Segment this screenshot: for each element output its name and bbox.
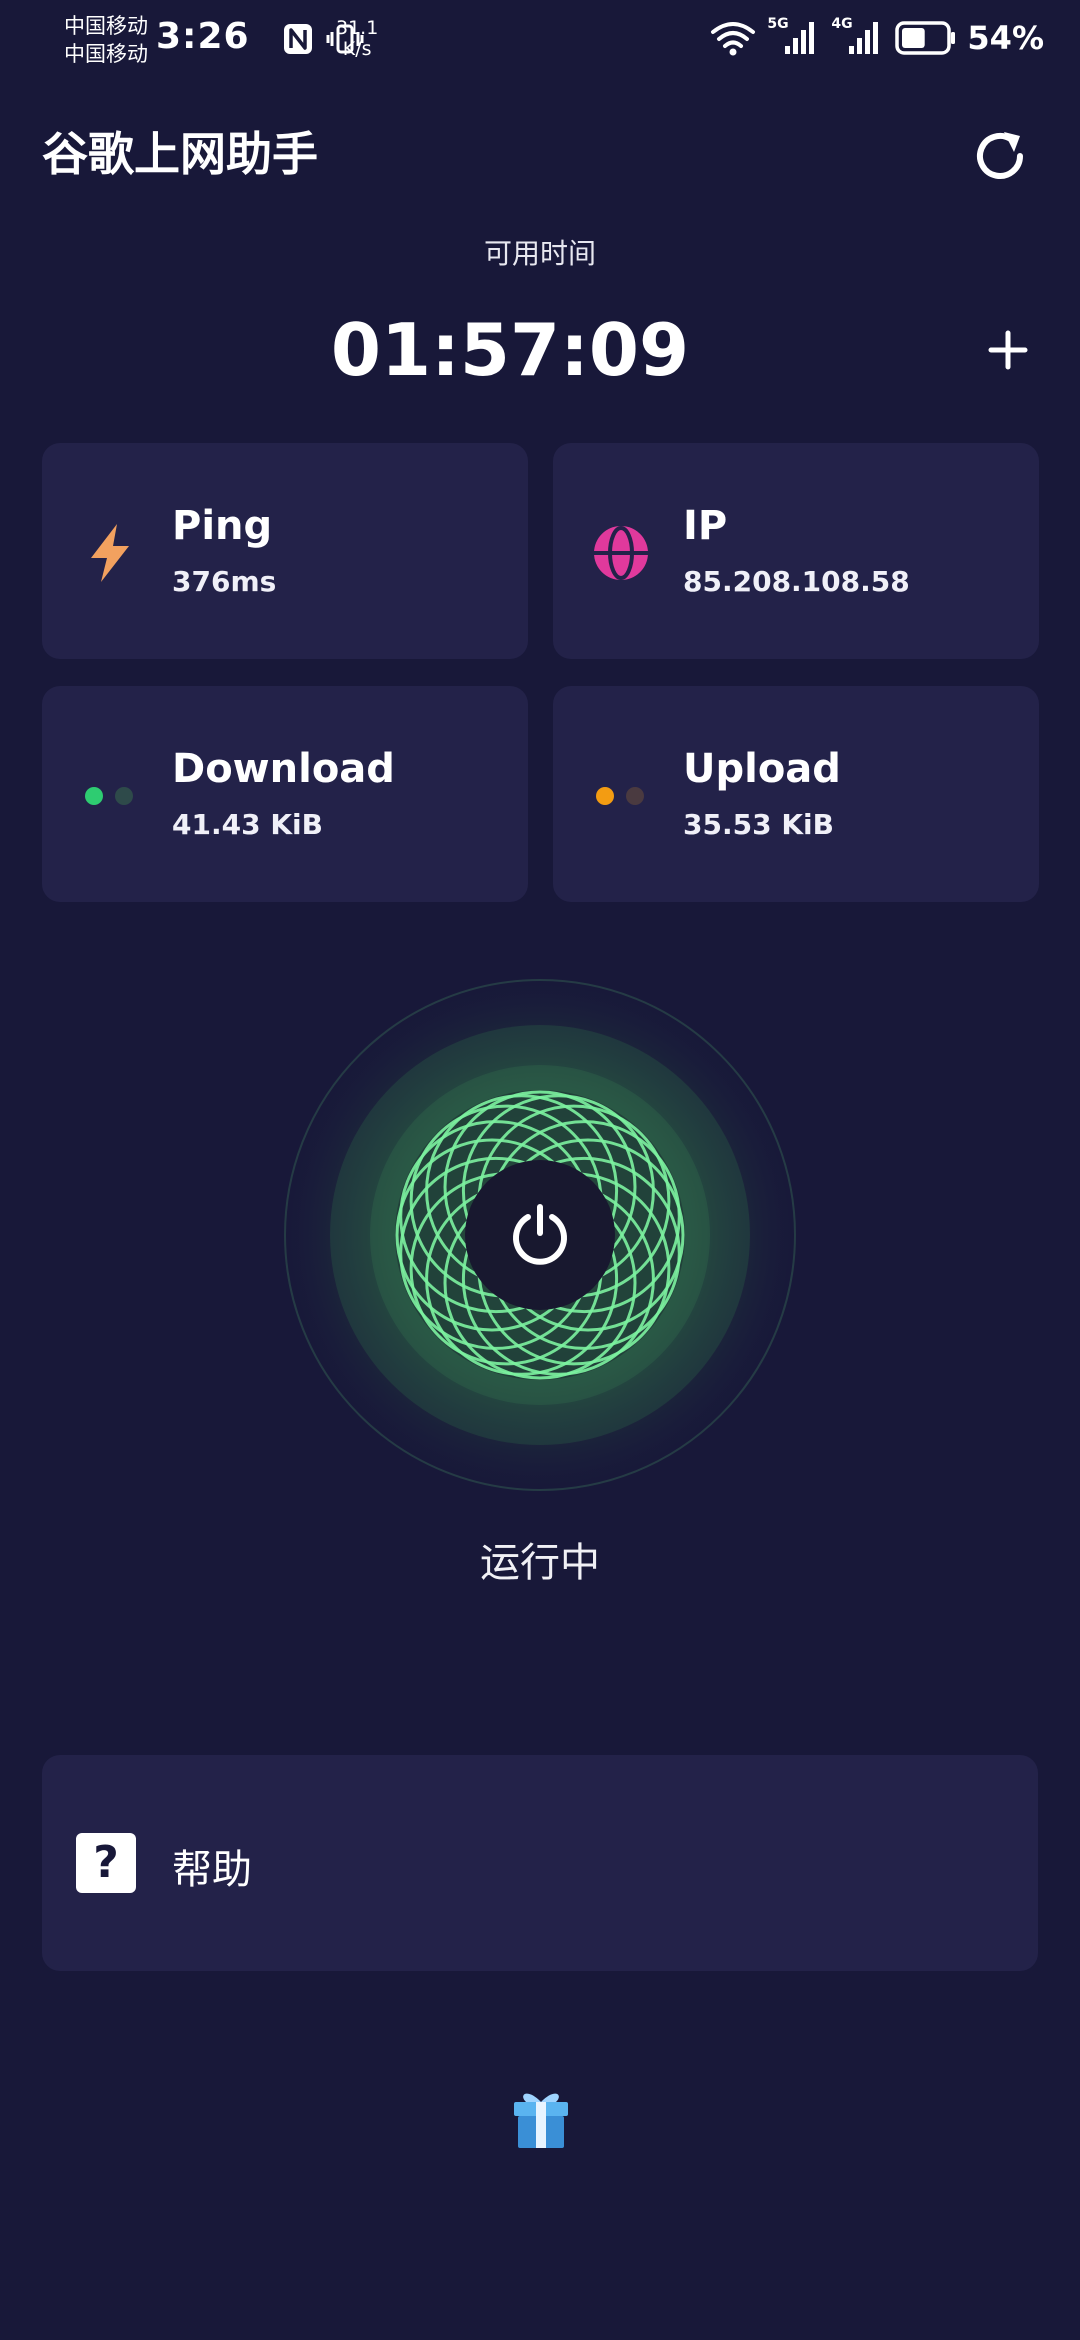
signal-sim1-icon: 5G	[767, 16, 821, 58]
power-button[interactable]	[465, 1160, 615, 1310]
net-speed: 31.1 K/s	[336, 18, 378, 60]
upload-dots-icon	[589, 764, 653, 828]
available-time-label: 可用时间	[483, 237, 596, 270]
download-value: 41.43 KiB	[172, 808, 323, 841]
connection-status: 运行中	[480, 1540, 600, 1586]
download-card: Download 41.43 KiB	[42, 686, 528, 902]
ping-value: 376ms	[172, 565, 277, 598]
help-label: 帮助	[172, 1847, 252, 1893]
globe-icon	[589, 521, 653, 585]
carrier-labels: 中国移动 中国移动	[64, 12, 148, 68]
add-time-button[interactable]	[988, 330, 1028, 370]
gift-icon	[514, 2093, 568, 2148]
help-button[interactable]: ? 帮助	[42, 1755, 1038, 1971]
ip-value: 85.208.108.58	[683, 565, 910, 598]
download-title: Download	[172, 746, 395, 792]
ping-title: Ping	[172, 503, 273, 549]
refresh-button[interactable]	[970, 126, 1030, 186]
battery-icon	[895, 21, 956, 55]
status-icons-right: 5G 4G 54%	[709, 16, 1044, 58]
available-time-value: 01:57:09	[330, 308, 690, 392]
signal-sim2-icon: 4G	[831, 16, 885, 58]
power-icon	[513, 1204, 567, 1265]
ip-title: IP	[683, 503, 728, 549]
carrier-1: 中国移动	[64, 14, 148, 38]
ping-card: Ping 376ms	[42, 443, 528, 659]
plus-icon	[988, 330, 1028, 370]
battery-percent: 54%	[967, 19, 1044, 57]
connection-visual	[255, 950, 825, 1520]
upload-value: 35.53 KiB	[683, 808, 834, 841]
net-speed-unit: K/s	[342, 38, 372, 60]
ip-card: IP 85.208.108.58	[553, 443, 1039, 659]
download-dots-icon	[78, 764, 142, 828]
wifi-icon	[711, 22, 756, 56]
upload-card: Upload 35.53 KiB	[553, 686, 1039, 902]
gift-button[interactable]	[508, 2086, 574, 2152]
status-icons-left	[282, 20, 364, 64]
question-icon: ?	[76, 1833, 136, 1893]
app-title: 谷歌上网助手	[42, 127, 318, 181]
nfc-icon	[284, 24, 312, 54]
refresh-icon	[977, 132, 1023, 179]
upload-title: Upload	[683, 746, 841, 792]
status-time: 3:26	[156, 16, 250, 57]
status-bar: 中国移动 中国移动 3:26 31.1 K/s 5G 4G 54%	[0, 0, 1080, 80]
net-speed-value: 31.1	[336, 17, 379, 39]
lightning-icon	[78, 521, 142, 585]
carrier-2: 中国移动	[64, 42, 148, 66]
